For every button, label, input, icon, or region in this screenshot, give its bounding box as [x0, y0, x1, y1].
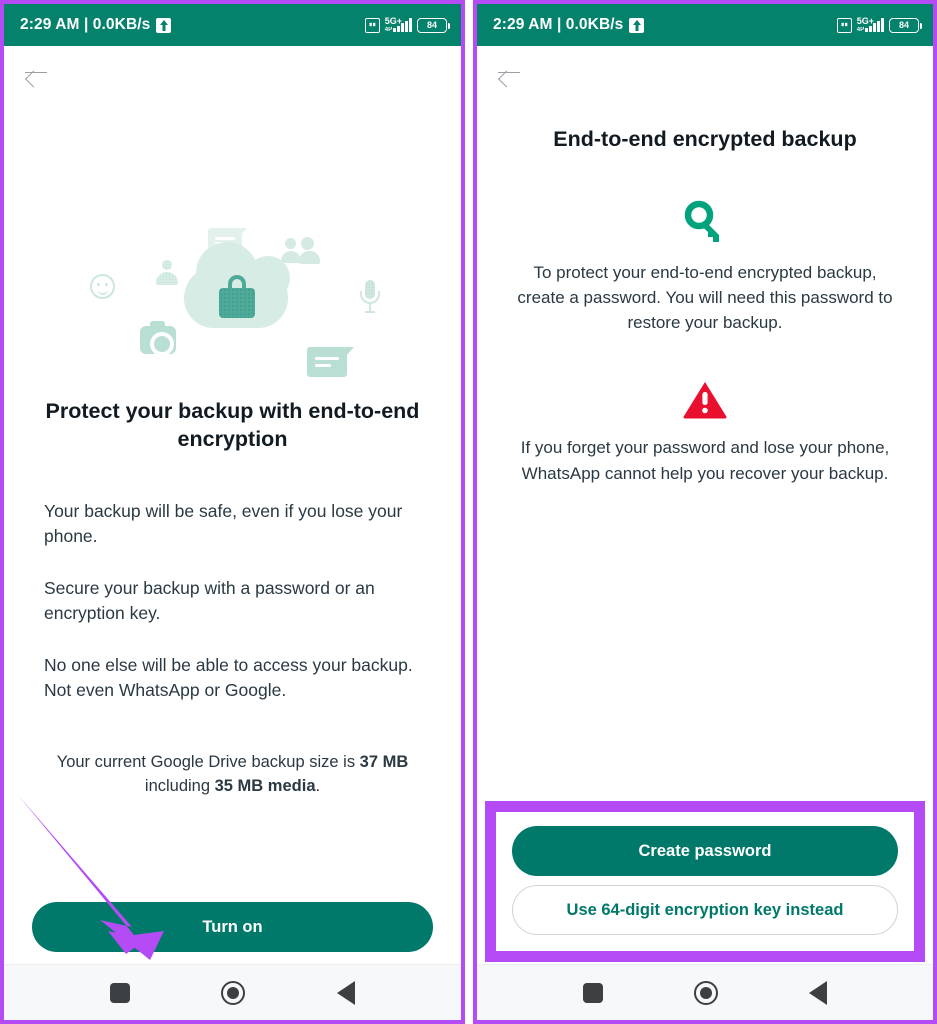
status-time-and-speed: 2:29 AM | 0.0KB/s [20, 16, 151, 33]
phone-screen-right: 2:29 AM | 0.0KB/s ∎∎ 5G+ 4P 84 End-to-en… [473, 0, 937, 1024]
lock-icon [219, 275, 255, 318]
body-paragraph-3: No one else will be able to access your … [44, 654, 413, 700]
backup-media-size: 35 MB media [214, 777, 316, 796]
signal-bars-icon [393, 18, 412, 32]
home-circle-icon[interactable] [221, 980, 246, 1005]
right-content: End-to-end encrypted backup To protect y… [477, 98, 933, 486]
battery-icon: 84 [889, 17, 922, 33]
backup-total-size: 37 MB [359, 753, 409, 772]
upload-icon [156, 17, 172, 33]
back-triangle-icon[interactable] [809, 980, 828, 1005]
back-triangle-icon[interactable] [337, 980, 356, 1005]
status-time-and-speed: 2:29 AM | 0.0KB/s [493, 16, 624, 33]
recents-square-icon[interactable] [109, 982, 130, 1003]
sim-card-icon: ∎∎ [836, 17, 852, 33]
body-text: To protect your end-to-end encrypted bac… [517, 262, 893, 333]
app-body-right: End-to-end encrypted backup To protect y… [477, 46, 933, 1020]
create-password-button[interactable]: Create password [512, 826, 898, 876]
battery-level: 84 [898, 20, 909, 30]
left-content: Protect your backup with end-to-end encr… [4, 288, 461, 799]
turn-on-cta-wrapper: Turn on [32, 902, 433, 952]
turn-on-button[interactable]: Turn on [32, 902, 433, 952]
system-nav-bar-left [4, 964, 461, 1020]
back-arrow-icon[interactable] [495, 58, 523, 86]
status-bar-right: 2:29 AM | 0.0KB/s ∎∎ 5G+ 4P 84 [477, 4, 933, 46]
sim-card-icon: ∎∎ [364, 17, 380, 33]
purple-highlight-box-annotation: Create password Use 64-digit encryption … [485, 801, 925, 962]
home-circle-icon[interactable] [693, 980, 718, 1005]
app-body-left: Protect your backup with end-to-end encr… [4, 46, 461, 1020]
signal-bars-icon [865, 18, 884, 32]
camera-icon [140, 321, 176, 356]
backup-note-middle: including [144, 777, 215, 796]
app-top-bar-left [4, 46, 461, 98]
battery-icon: 84 [417, 17, 450, 33]
back-arrow-icon[interactable] [22, 58, 50, 86]
phone-screen-left: 2:29 AM | 0.0KB/s ∎∎ 5G+ 4P 84 Protect y… [0, 0, 465, 1024]
cloud-lock-illustration [4, 98, 461, 377]
status-bar-left-group-2: 2:29 AM | 0.0KB/s [493, 16, 645, 34]
page-title: End-to-end encrypted backup [553, 127, 857, 151]
group-icon [281, 237, 321, 264]
warning-text: If you forget your password and lose you… [520, 438, 890, 483]
chat-bubble-large-icon [307, 347, 354, 377]
network-sub-label: 4P [384, 27, 393, 33]
backup-size-note: Your current Google Drive backup size is… [44, 751, 421, 799]
page-title: Protect your backup with end-to-end encr… [45, 399, 420, 451]
backup-note-prefix: Your current Google Drive backup size is [56, 753, 360, 772]
body-paragraph-2: Secure your backup with a password or an… [44, 577, 375, 624]
status-bar-left-group: 2:29 AM | 0.0KB/s [20, 16, 172, 34]
status-bar-right-group: ∎∎ 5G+ 4P 84 [364, 17, 450, 33]
network-sub-label: 4P [856, 27, 865, 33]
screenshot-root: 2:29 AM | 0.0KB/s ∎∎ 5G+ 4P 84 Protect y… [0, 0, 937, 1024]
upload-icon [629, 17, 645, 33]
system-nav-bar-right [477, 964, 933, 1020]
person-icon [156, 260, 178, 286]
use-encryption-key-button[interactable]: Use 64-digit encryption key instead [512, 885, 898, 935]
recents-square-icon[interactable] [582, 982, 603, 1003]
backup-note-suffix: . [315, 777, 321, 796]
status-bar-right-group-2: ∎∎ 5G+ 4P 84 [836, 17, 922, 33]
key-icon [683, 200, 727, 244]
warning-triangle-icon [683, 379, 727, 419]
microphone-icon [360, 280, 380, 314]
smiley-icon [90, 274, 115, 299]
battery-level: 84 [426, 20, 437, 30]
status-bar-left: 2:29 AM | 0.0KB/s ∎∎ 5G+ 4P 84 [4, 4, 461, 46]
app-top-bar-right [477, 46, 933, 98]
body-paragraph-1: Your backup will be safe, even if you lo… [44, 501, 403, 547]
